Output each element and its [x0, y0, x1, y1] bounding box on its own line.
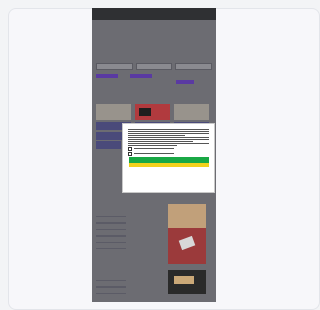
- accept-all-button[interactable]: [128, 156, 209, 163]
- checkbox[interactable]: [128, 146, 132, 151]
- list-item[interactable]: [96, 228, 126, 231]
- checkbox[interactable]: [128, 151, 132, 156]
- search-form-row: [96, 63, 213, 70]
- promo-image[interactable]: [168, 204, 206, 264]
- page-screenshot: [92, 8, 216, 302]
- list-item[interactable]: [96, 216, 126, 218]
- consent-body-text-3: [128, 142, 209, 146]
- form-field-3[interactable]: [175, 63, 213, 70]
- list-item[interactable]: [96, 286, 126, 288]
- consent-body-text-2: [128, 136, 209, 142]
- bottom-link-list: [96, 280, 156, 299]
- save-settings-button[interactable]: [128, 163, 209, 168]
- purple-button-1[interactable]: [96, 74, 118, 78]
- list-item[interactable]: [96, 235, 126, 237]
- list-item[interactable]: [96, 241, 126, 243]
- sidebar-link-list: [96, 216, 156, 254]
- thumbnail-1[interactable]: [96, 104, 131, 120]
- promo-image-2[interactable]: [168, 270, 206, 294]
- form-field-2[interactable]: [135, 63, 173, 70]
- thumbnail-3[interactable]: [174, 104, 209, 120]
- consent-option[interactable]: [128, 151, 209, 156]
- list-item[interactable]: [96, 247, 126, 250]
- consent-body-text: [128, 129, 209, 136]
- cookie-consent-dialog: [122, 123, 215, 193]
- list-item[interactable]: [96, 292, 126, 295]
- thumbnail-2[interactable]: [135, 104, 170, 120]
- list-item[interactable]: [96, 222, 126, 224]
- top-nav: [92, 8, 216, 20]
- form-field-1[interactable]: [96, 63, 133, 70]
- consent-option[interactable]: [128, 146, 209, 151]
- purple-button-2[interactable]: [130, 74, 152, 78]
- purple-button-3[interactable]: [176, 80, 194, 84]
- article-thumbnails: [96, 104, 212, 120]
- list-item[interactable]: [96, 280, 126, 282]
